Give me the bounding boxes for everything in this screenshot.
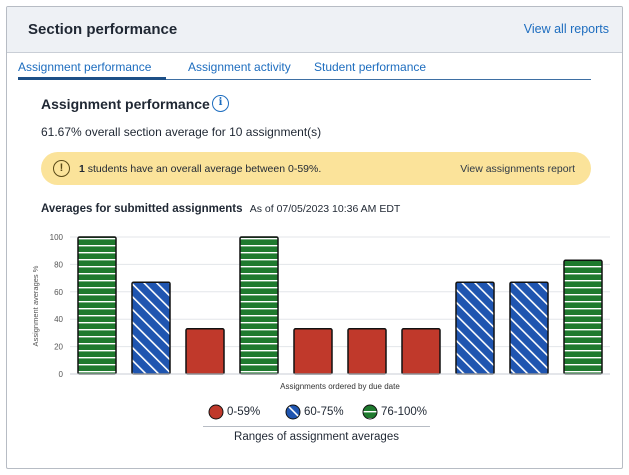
active-tab-indicator bbox=[18, 77, 166, 80]
legend-swatch-high bbox=[362, 404, 378, 420]
view-assignments-report-link[interactable]: View assignments report bbox=[460, 163, 575, 175]
chart-legend: 0-59% 60-75% 76-100% bbox=[203, 403, 430, 429]
info-icon[interactable]: i bbox=[212, 95, 229, 112]
section-title: Assignment performance bbox=[41, 96, 210, 112]
legend-label-high: 76-100% bbox=[381, 406, 428, 418]
tab-assignment-activity[interactable]: Assignment activity bbox=[188, 60, 291, 74]
report-tabs: Assignment performance Assignment activi… bbox=[18, 56, 591, 80]
legend-label-mid: 60-75% bbox=[304, 406, 344, 418]
overall-average-text: 61.67% overall section average for 10 as… bbox=[41, 125, 322, 139]
alert-message-text: students have an overall average between… bbox=[84, 163, 322, 175]
legend-swatch-mid bbox=[285, 404, 301, 420]
legend-swatch-low bbox=[208, 404, 224, 420]
chart-timestamp: As of 07/05/2023 10:36 AM EDT bbox=[249, 203, 401, 215]
low-average-alert: ! 1 students have an overall average bet… bbox=[41, 152, 591, 185]
tab-student-performance[interactable]: Student performance bbox=[314, 60, 426, 74]
legend-divider bbox=[203, 426, 430, 427]
card-title: Section performance bbox=[28, 21, 178, 38]
tab-assignment-performance[interactable]: Assignment performance bbox=[18, 60, 151, 74]
alert-message: 1 students have an overall average betwe… bbox=[79, 163, 321, 175]
card-header: Section performance View all reports bbox=[7, 7, 622, 53]
view-all-reports-link[interactable]: View all reports bbox=[524, 22, 609, 36]
legend-caption: Ranges of assignment averages bbox=[234, 431, 399, 443]
chart-heading: Averages for submitted assignments As of… bbox=[41, 203, 400, 215]
chart-title: Averages for submitted assignments bbox=[41, 203, 243, 215]
legend-label-low: 0-59% bbox=[227, 406, 261, 418]
warning-icon: ! bbox=[53, 160, 70, 177]
